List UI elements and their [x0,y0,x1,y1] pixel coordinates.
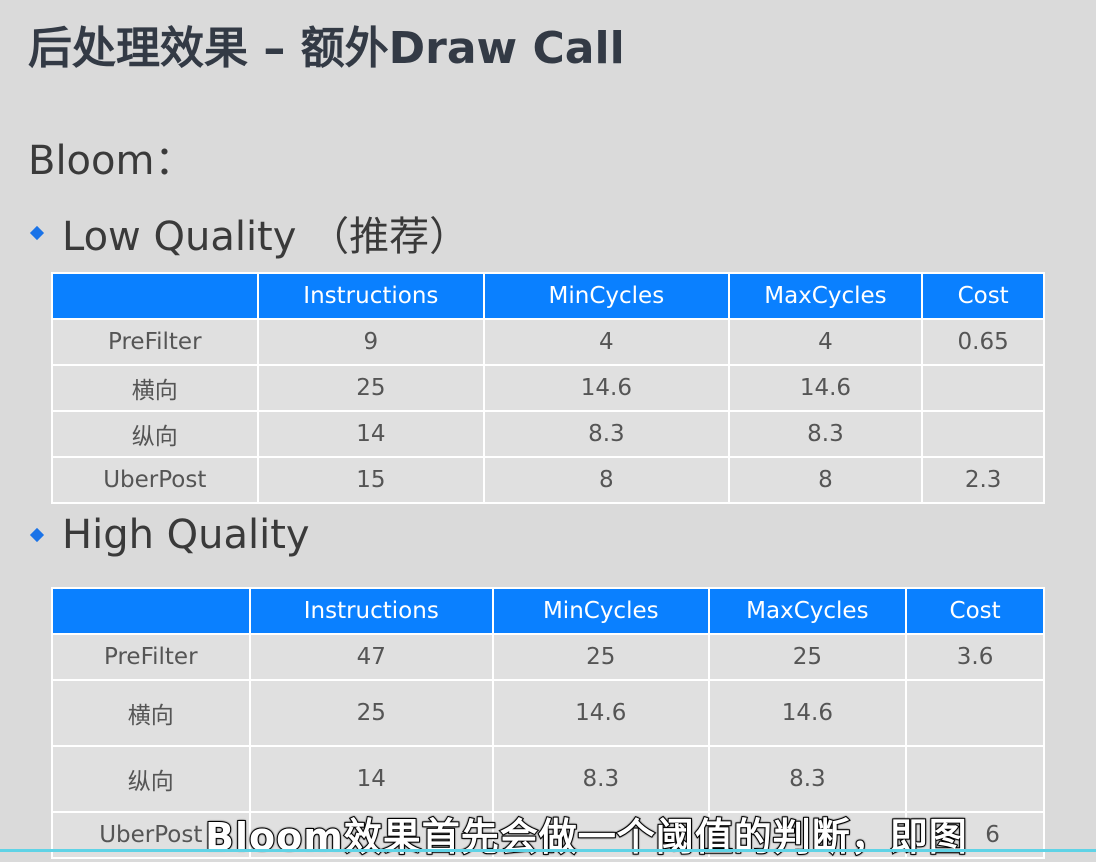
section-label: Bloom： [28,138,195,184]
video-progress-bar[interactable] [0,849,1096,852]
table-cell: 横向 [51,679,251,747]
header-cell: MaxCycles [707,587,908,635]
table-row: 横向 25 14.6 14.6 [51,364,1045,412]
table-cell: 14 [248,745,495,813]
table-cell: 8.3 [707,745,908,813]
table-cell: 14.6 [483,364,730,412]
table-row: UberPost 15 8 8 2.3 [51,456,1045,504]
header-cell: MinCycles [492,587,710,635]
table-cell: 47 [248,633,495,681]
high-quality-heading: High Quality [28,512,310,558]
table-cell: 纵向 [51,745,251,813]
table-row: PreFilter 9 4 4 0.65 [51,318,1045,366]
table-cell: 8 [483,456,730,504]
high-quality-heading-text: High Quality [62,512,310,558]
table-cell: PreFilter [51,633,251,681]
table-cell: 14 [256,410,486,458]
low-quality-table: Instructions MinCycles MaxCycles Cost Pr… [51,272,1045,504]
table-cell: 25 [256,364,486,412]
table-cell: 14.6 [492,679,710,747]
table-cell: 4 [727,318,924,366]
slide-title: 后处理效果 – 额外Draw Call [28,23,625,74]
table-cell: 15 [256,456,486,504]
low-quality-heading: Low Quality （推荐） [28,204,469,262]
table-cell: 9 [256,318,486,366]
header-cell [51,587,251,635]
table-cell [921,410,1045,458]
header-cell: Instructions [256,272,486,320]
table-cell: 8.3 [492,745,710,813]
table-cell: 25 [707,633,908,681]
header-cell: Cost [905,587,1045,635]
table-cell: 14.6 [707,679,908,747]
header-cell [51,272,259,320]
table-cell: 14.6 [727,364,924,412]
table-cell: 2.3 [921,456,1045,504]
table-row: 横向 25 14.6 14.6 [51,679,1045,747]
table-cell: UberPost [51,456,259,504]
diamond-bullet-icon [29,527,45,543]
table-cell: 8 [727,456,924,504]
table-cell: PreFilter [51,318,259,366]
table-cell [921,364,1045,412]
header-cell: Cost [921,272,1045,320]
table-cell: 25 [248,679,495,747]
header-cell: MaxCycles [727,272,924,320]
table-cell: 0.65 [921,318,1045,366]
header-cell: MinCycles [483,272,730,320]
header-cell: Instructions [248,587,495,635]
low-quality-heading-text: Low Quality （推荐） [62,214,470,260]
table-header-row: Instructions MinCycles MaxCycles Cost [51,587,1045,635]
table-cell: 横向 [51,364,259,412]
table-cell: 纵向 [51,410,259,458]
table-cell: 8.3 [727,410,924,458]
video-subtitle: Bloom效果首先会做一个阈值的判断，即图 [204,814,968,860]
table-cell [905,745,1045,813]
table-row: 纵向 14 8.3 8.3 [51,410,1045,458]
table-header-row: Instructions MinCycles MaxCycles Cost [51,272,1045,320]
table-cell: 8.3 [483,410,730,458]
table-cell: 25 [492,633,710,681]
table-cell [905,679,1045,747]
table-row: PreFilter 47 25 25 3.6 [51,633,1045,681]
table-cell: 4 [483,318,730,366]
table-cell: 3.6 [905,633,1045,681]
diamond-bullet-icon [29,225,45,241]
table-row: 纵向 14 8.3 8.3 [51,745,1045,813]
